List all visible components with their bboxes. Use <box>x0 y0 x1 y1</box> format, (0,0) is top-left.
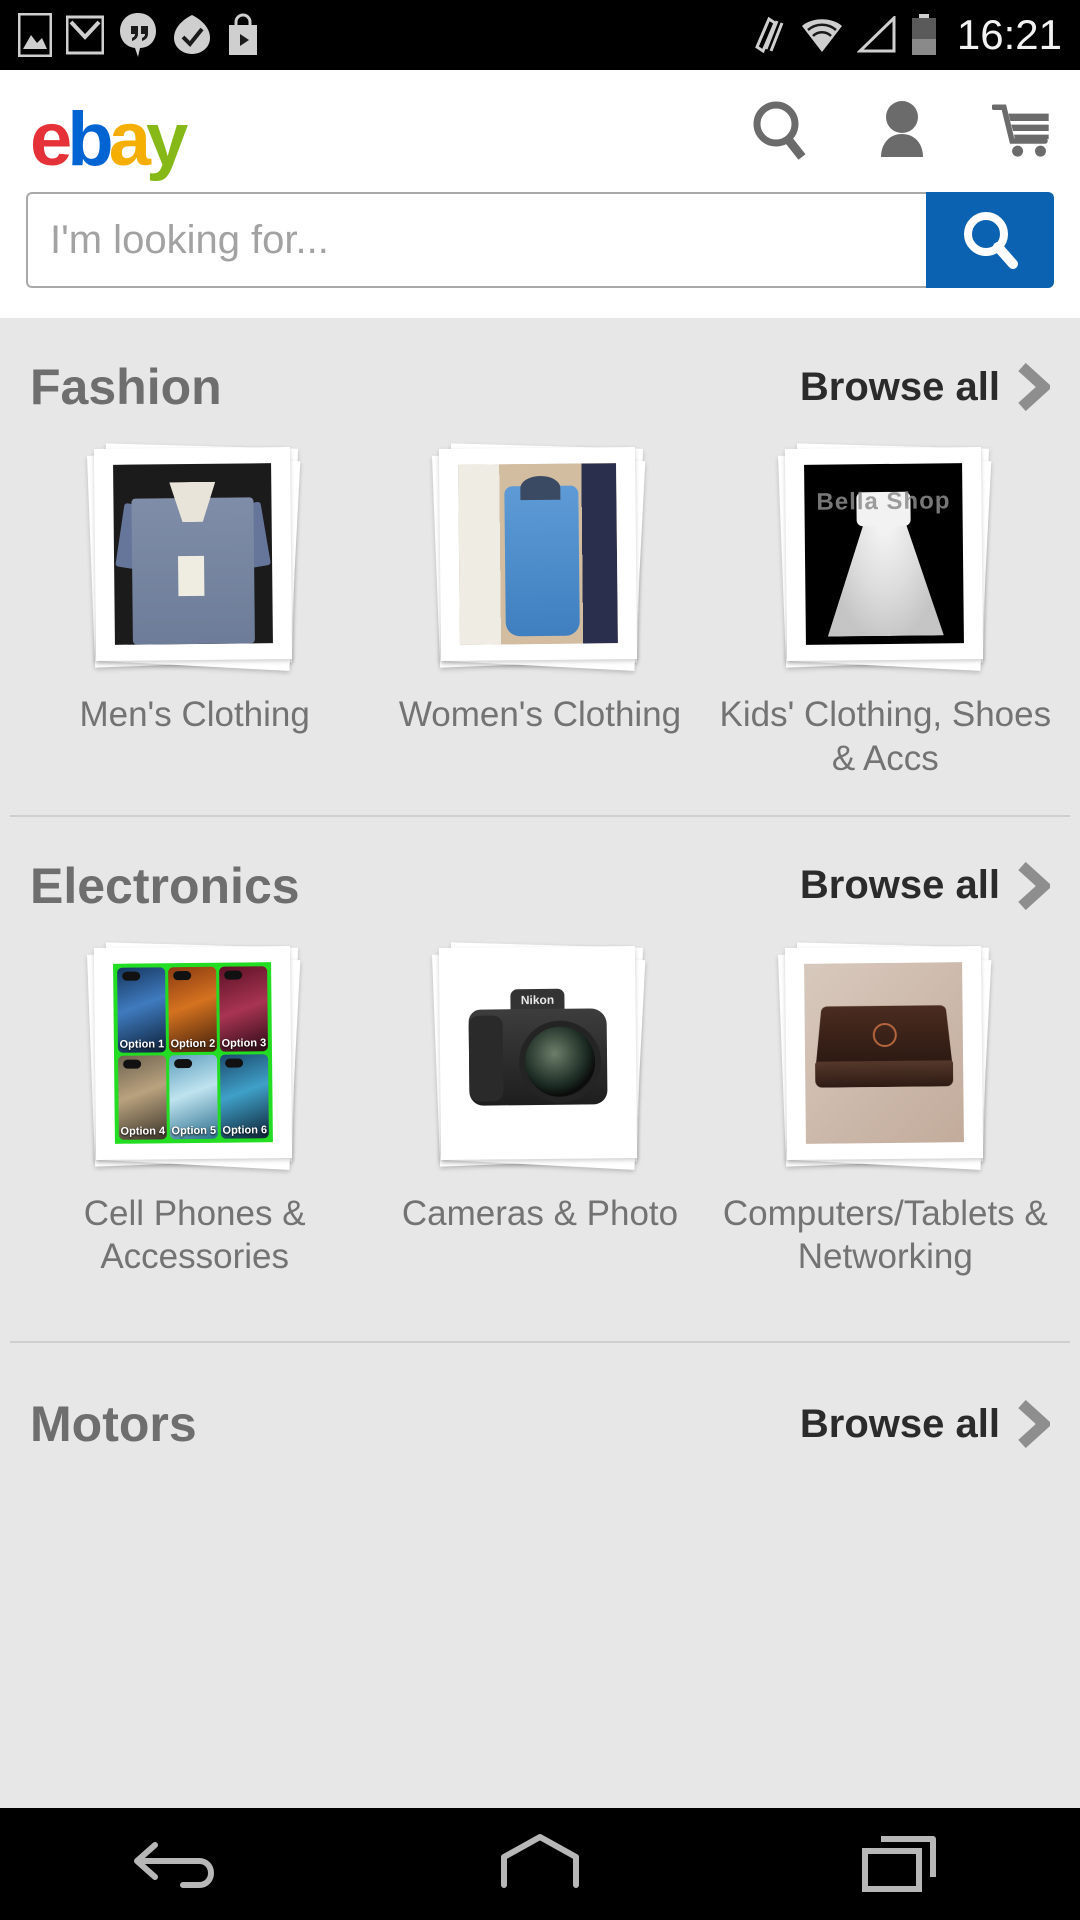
chevron-right-icon <box>1018 861 1050 910</box>
wifi-icon <box>801 19 842 52</box>
photo-stack <box>432 442 647 671</box>
home-button[interactable] <box>465 1808 615 1920</box>
phone-case-option: Option 2 <box>168 966 218 1052</box>
option-label: Option 2 <box>170 1036 216 1050</box>
hangouts-icon <box>120 13 156 57</box>
home-icon <box>501 1834 579 1888</box>
tile-label: Cameras & Photo <box>401 1193 679 1233</box>
category-tile-cameras[interactable]: Nikon Cameras & Photo <box>367 941 712 1280</box>
android-navigation-bar <box>0 1808 1080 1920</box>
phone-case-option: Option 5 <box>169 1053 219 1139</box>
camera-brand-label: Nikon <box>521 992 555 1007</box>
category-tile-womens-clothing[interactable]: Women's Clothing <box>367 442 712 781</box>
browse-all-button[interactable]: Browse all <box>800 363 1050 411</box>
photo-stack: Nikon <box>432 941 647 1170</box>
photo-stack <box>777 941 993 1170</box>
gallery-icon <box>18 13 52 57</box>
tile-grid: Option 1 Option 2 Option 3 Option 4 Opti… <box>0 941 1080 1280</box>
option-label: Option 6 <box>222 1123 268 1137</box>
search-submit-button[interactable] <box>926 192 1054 288</box>
category-tile-cell-phones[interactable]: Option 1 Option 2 Option 3 Option 4 Opti… <box>22 941 367 1280</box>
chevron-right-icon <box>1018 363 1050 411</box>
laptop-photo <box>803 961 964 1144</box>
logo-letter-y: y <box>146 97 188 182</box>
option-label: Option 4 <box>120 1124 166 1138</box>
page-title: Motors <box>30 1396 197 1452</box>
category-tile-kids-clothing[interactable]: Bella Shop Kids' Clothing, Shoes & Accs <box>713 442 1058 781</box>
ebay-logo[interactable]: e b a y <box>30 96 188 183</box>
browse-all-label: Browse all <box>799 1401 1000 1446</box>
battery-icon <box>911 14 936 55</box>
tile-label: Men's Clothing <box>79 695 310 734</box>
header-action-icons <box>748 70 1056 192</box>
signal-icon <box>856 16 896 53</box>
page-title: Fashion <box>30 359 222 415</box>
tile-label: Women's Clothing <box>398 695 682 734</box>
cart-icon[interactable] <box>992 99 1056 163</box>
user-icon[interactable] <box>870 99 934 163</box>
search-icon[interactable] <box>748 99 812 163</box>
search-bar-container: I'm looking for... <box>0 192 1080 318</box>
search-input[interactable]: I'm looking for... <box>26 192 926 288</box>
browse-all-button[interactable]: Browse all <box>799 861 1050 910</box>
browse-all-button[interactable]: Browse all <box>800 1400 1050 1448</box>
option-label: Option 1 <box>119 1037 165 1050</box>
photo-stack <box>87 442 302 671</box>
status-bar-notification-icons <box>18 12 260 58</box>
tile-grid: Men's Clothing Women's Clothing Bella Sh… <box>0 442 1080 781</box>
section-fashion: Fashion Browse all Men's Clothing Women'… <box>0 318 1080 817</box>
section-header: Electronics Browse all <box>0 817 1080 941</box>
browse-all-label: Browse all <box>799 863 1000 907</box>
back-arrow-icon <box>134 1842 214 1888</box>
image-watermark: Bella Shop <box>816 487 951 516</box>
tile-label: Kids' Clothing, Shoes & Accs <box>719 695 1052 778</box>
tile-label: Cell Phones & Accessories <box>83 1193 306 1277</box>
gmail-icon <box>66 15 104 55</box>
photo-stack: Bella Shop <box>777 442 993 671</box>
kids-dress-photo: Bella Shop <box>803 463 964 645</box>
recents-button[interactable] <box>825 1808 975 1920</box>
section-header: Fashion Browse all <box>0 318 1080 442</box>
phone-case-option: Option 1 <box>117 966 167 1052</box>
status-bar: 16:21 <box>0 0 1080 70</box>
category-tile-computers[interactable]: Computers/Tablets & Networking <box>713 941 1058 1280</box>
womens-dress-photo <box>458 463 619 645</box>
chevron-right-icon <box>1018 1400 1050 1448</box>
dslr-camera-photo: Nikon <box>458 961 619 1144</box>
phone-cases-photo: Option 1 Option 2 Option 3 Option 4 Opti… <box>113 961 274 1144</box>
search-box: I'm looking for... <box>26 192 1054 288</box>
back-button[interactable] <box>105 1808 255 1920</box>
option-label: Option 3 <box>221 1036 267 1049</box>
logo-letter-b: b <box>67 97 113 182</box>
browse-all-label: Browse all <box>799 364 1000 409</box>
phone-case-option: Option 6 <box>220 1053 270 1139</box>
app-header: e b a y <box>0 70 1080 192</box>
search-icon <box>964 212 1018 269</box>
section-electronics: Electronics Browse all Option 1 Option 2… <box>0 817 1080 1343</box>
tile-label: Computers/Tablets & Networking <box>722 1193 1048 1277</box>
recents-icon <box>862 1836 936 1892</box>
play-store-icon <box>229 13 257 55</box>
category-list: Fashion Browse all Men's Clothing Women'… <box>0 318 1080 1479</box>
option-label: Option 5 <box>171 1124 217 1137</box>
status-bar-clock: 16:21 <box>956 11 1062 58</box>
status-bar-system-icons: 16:21 <box>751 0 1062 70</box>
photo-stack: Option 1 Option 2 Option 3 Option 4 Opti… <box>87 941 302 1170</box>
checkmark-icon <box>174 15 210 54</box>
category-tile-mens-clothing[interactable]: Men's Clothing <box>22 442 367 781</box>
logo-letter-e: e <box>30 97 72 182</box>
section-motors: Motors Browse all <box>0 1343 1080 1479</box>
page-title: Electronics <box>30 857 300 914</box>
phone-case-option: Option 3 <box>219 965 269 1051</box>
logo-letter-a: a <box>108 97 151 182</box>
phone-case-option: Option 4 <box>118 1054 168 1140</box>
mens-shirt-photo <box>113 463 274 645</box>
vibrate-icon <box>755 16 784 54</box>
section-header: Motors Browse all <box>0 1343 1080 1479</box>
